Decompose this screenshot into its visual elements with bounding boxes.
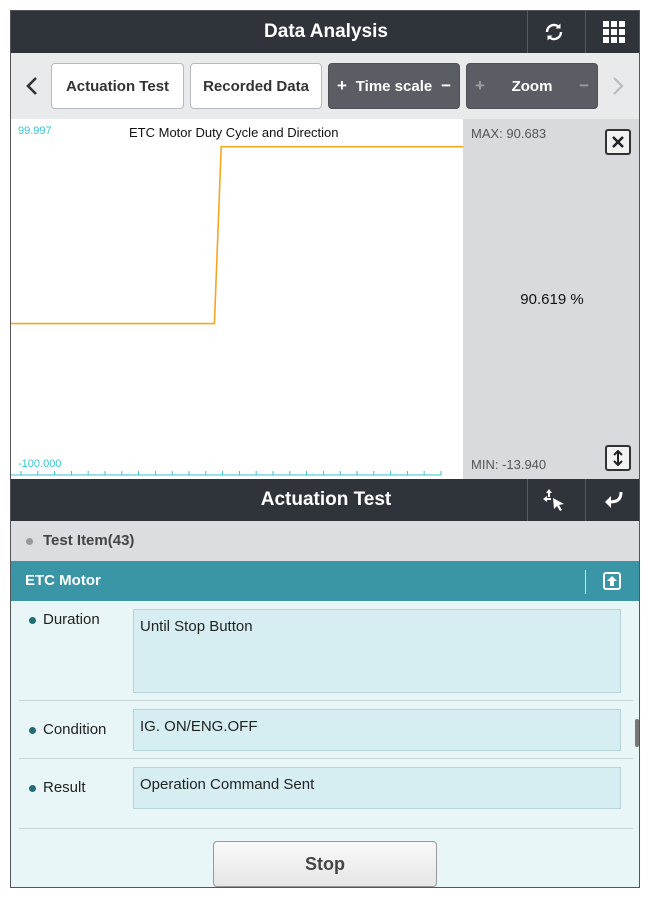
actuation-header: Actuation Test (11, 479, 639, 521)
expand-graph-button[interactable] (605, 445, 631, 471)
top-header: Data Analysis (11, 11, 639, 53)
grid-menu-button[interactable] (585, 11, 639, 53)
bullet-dot (29, 727, 36, 734)
result-row: Result Operation Command Sent (19, 759, 633, 829)
condition-row: Condition IG. ON/ENG.OFF (19, 701, 633, 759)
zoom-plus-button[interactable]: + (475, 64, 485, 108)
chevron-right-icon (613, 77, 624, 95)
close-icon (612, 136, 624, 148)
move-cursor-icon (542, 489, 564, 511)
line-chart[interactable]: 99.997 ETC Motor Duty Cycle and Directio… (11, 119, 463, 479)
time-scale-label: Time scale (355, 77, 433, 95)
collapse-up-icon[interactable] (603, 572, 621, 590)
close-graph-button[interactable] (605, 129, 631, 155)
scrollbar[interactable] (635, 719, 639, 747)
recorded-data-button[interactable]: Recorded Data (190, 63, 322, 109)
actuation-test-button[interactable]: Actuation Test (51, 63, 184, 109)
vertical-expand-icon (613, 450, 623, 466)
selected-test-bar[interactable]: ETC Motor (11, 561, 639, 601)
chart-svg (11, 145, 463, 476)
condition-value: IG. ON/ENG.OFF (133, 709, 621, 751)
selected-test-label: ETC Motor (25, 572, 101, 589)
chevron-left-icon (26, 77, 37, 95)
duration-label: Duration (43, 611, 100, 628)
time-scale-minus-button[interactable]: − (441, 64, 451, 108)
test-details: Duration Until Stop Button Condition IG.… (11, 601, 639, 887)
test-item-label: Test Item(43) (43, 532, 135, 549)
test-item-bar[interactable]: Test Item(43) (11, 521, 639, 561)
toolbar: Actuation Test Recorded Data + Time scal… (11, 53, 639, 119)
graph-panel: 99.997 ETC Motor Duty Cycle and Directio… (11, 119, 639, 479)
prev-button[interactable] (17, 63, 47, 109)
bullet-dot (29, 785, 36, 792)
duration-value: Until Stop Button (133, 609, 621, 693)
refresh-button[interactable] (527, 11, 579, 53)
condition-label: Condition (43, 721, 107, 738)
zoom-control: + Zoom − (466, 63, 598, 109)
result-label: Result (43, 779, 86, 796)
series-line (11, 145, 463, 325)
next-button[interactable] (603, 63, 633, 109)
zoom-label: Zoom (511, 77, 553, 95)
bullet-dot (26, 538, 33, 545)
bullet-dot (29, 617, 36, 624)
divider (585, 570, 586, 594)
time-scale-control: + Time scale − (328, 63, 460, 109)
value-side-panel: MAX: 90.683 90.619 % MIN: -13.940 (463, 119, 639, 479)
move-button[interactable] (527, 479, 579, 521)
time-scale-plus-button[interactable]: + (337, 64, 347, 108)
max-value-text: MAX: 90.683 (471, 126, 547, 141)
min-value-text: MIN: -13.940 (471, 457, 547, 472)
duration-row: Duration Until Stop Button (19, 601, 633, 701)
result-value: Operation Command Sent (133, 767, 621, 809)
back-button[interactable] (585, 479, 639, 521)
app-window: Data Analysis Actuation Test Recorded Da… (10, 10, 640, 888)
zoom-minus-button[interactable]: − (579, 64, 589, 108)
stop-button[interactable]: Stop (213, 841, 437, 887)
refresh-icon (545, 23, 562, 41)
grid-menu-icon (602, 21, 625, 43)
return-arrow-icon (604, 491, 622, 508)
current-value: 90.619 % (520, 291, 584, 308)
